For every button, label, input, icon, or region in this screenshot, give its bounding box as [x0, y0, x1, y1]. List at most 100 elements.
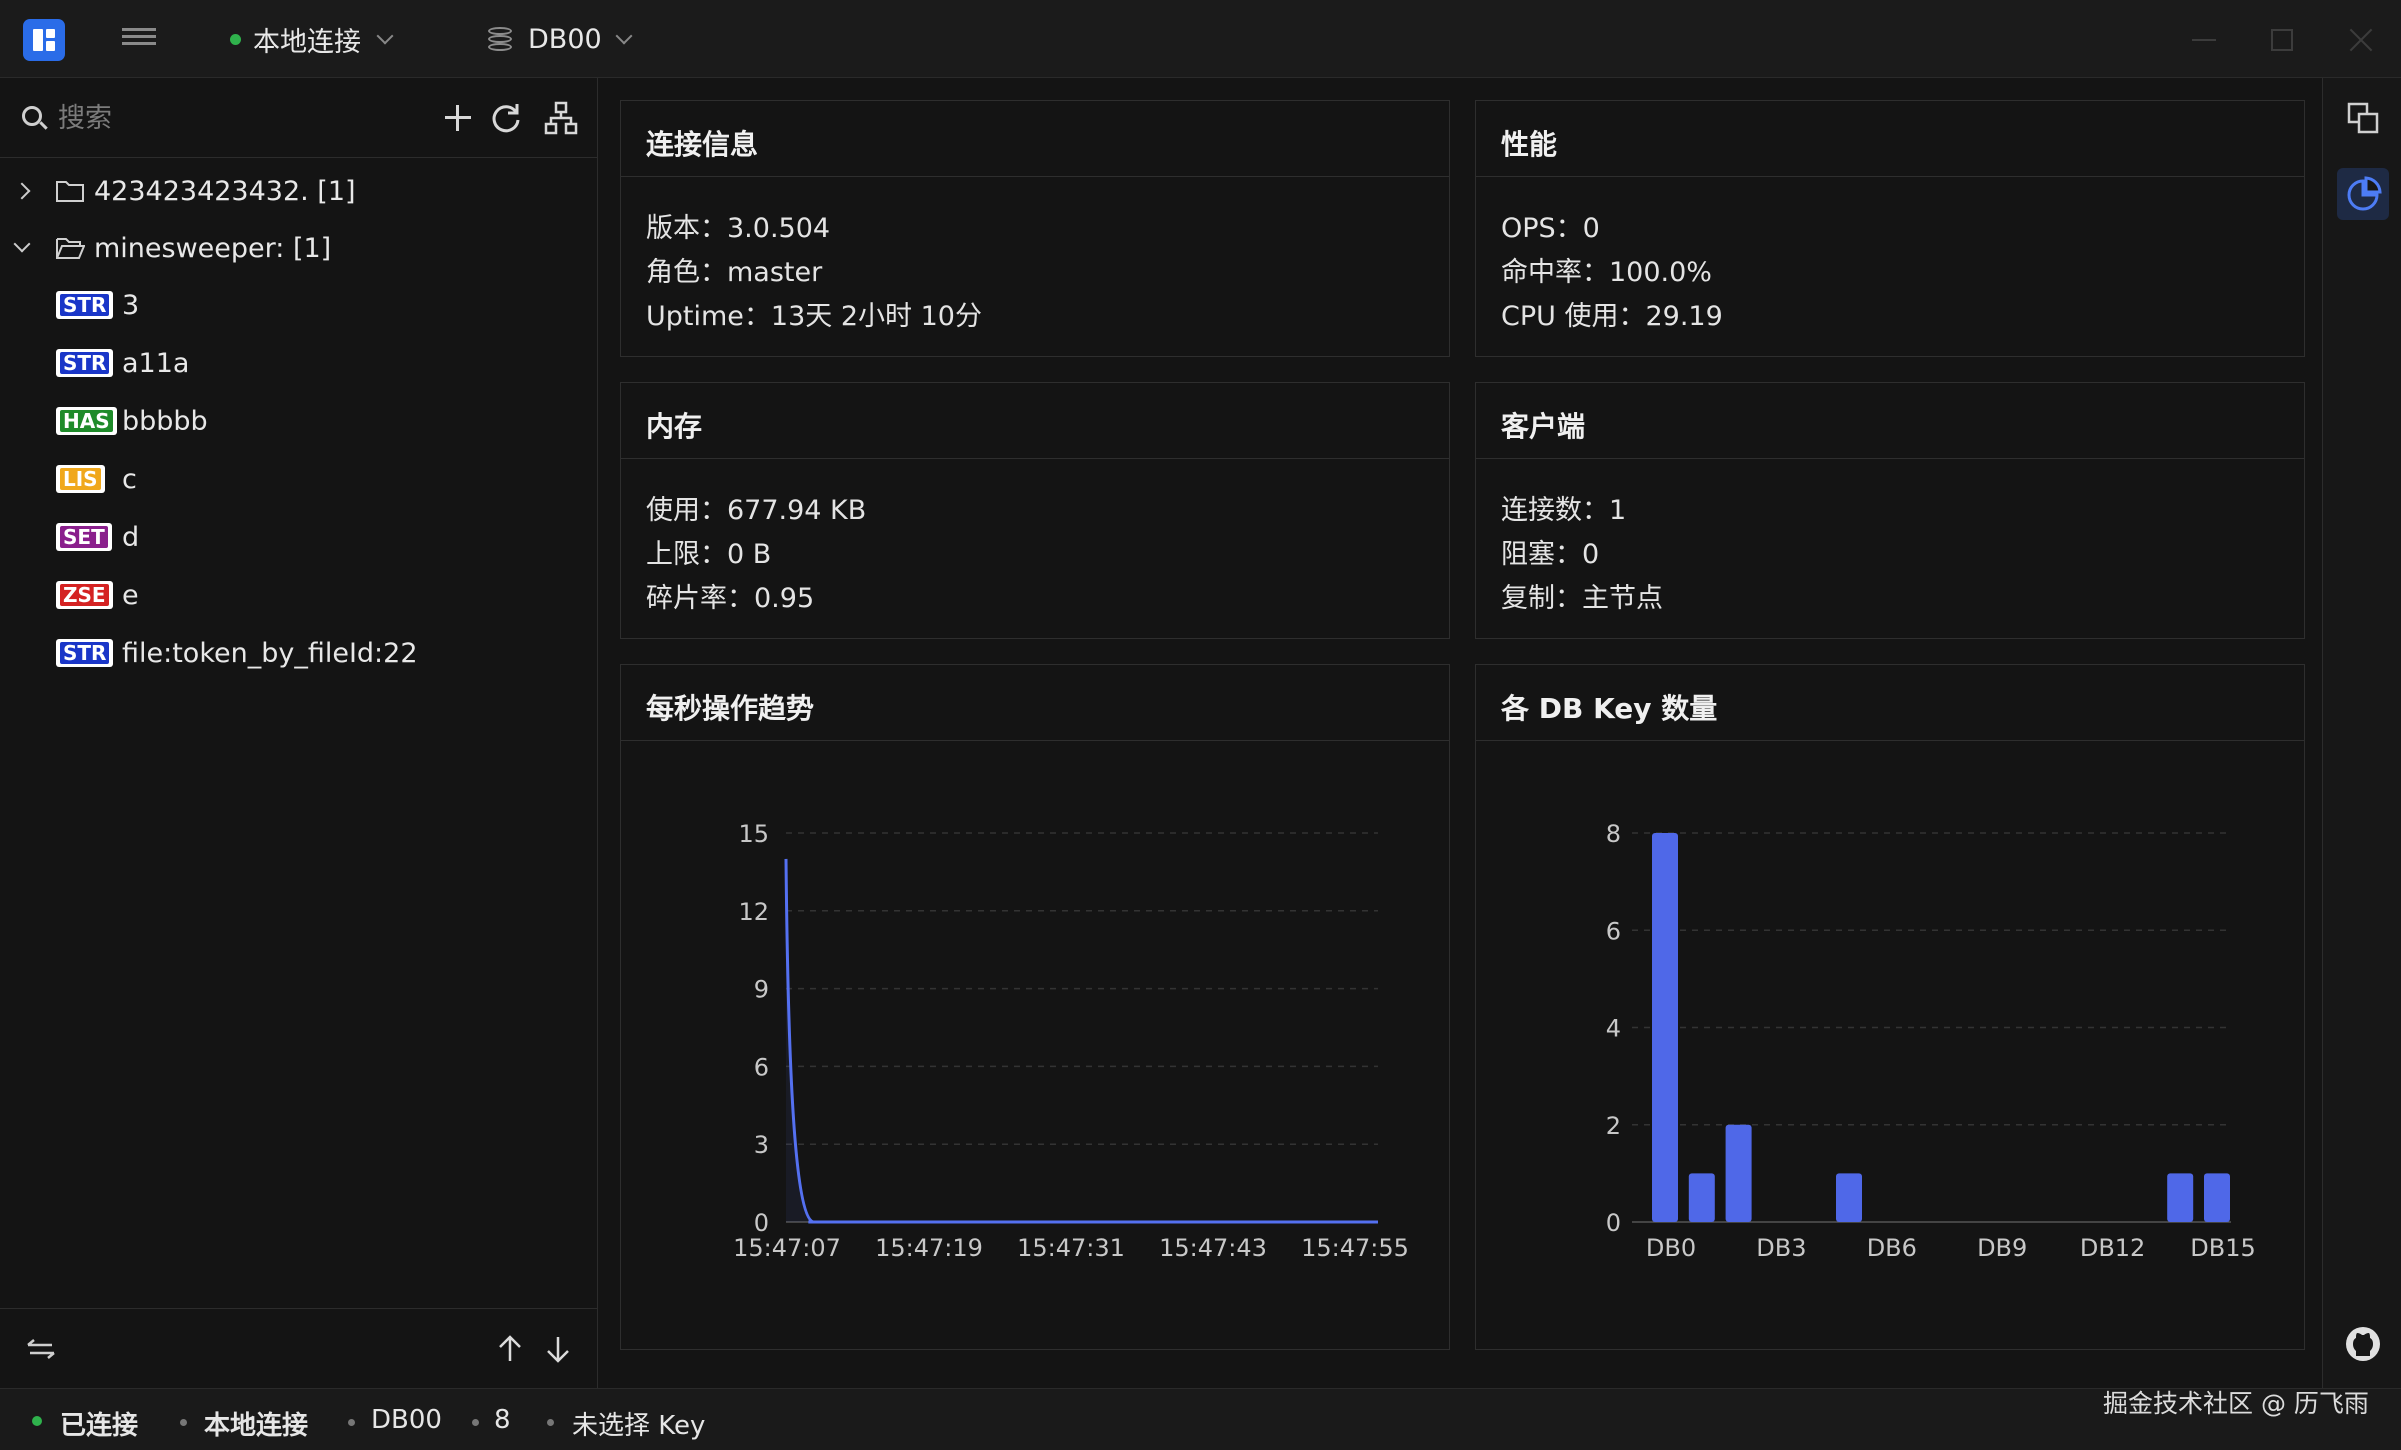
uptime-text: Uptime：13天 2小时 10分	[646, 301, 982, 332]
key-type-label: SET	[60, 526, 108, 548]
key-type-badge: STR	[56, 349, 114, 377]
y-tick-label: 12	[738, 898, 769, 926]
tree-folder-row[interactable]: 423423423432. [1]	[0, 164, 598, 218]
key-name: d	[122, 521, 140, 553]
folder-label: minesweeper: [1]	[94, 232, 332, 264]
x-tick-label: DB12	[2080, 1234, 2145, 1262]
key-type-badge: HAS	[56, 407, 117, 435]
key-item[interactable]: STR file:token_by_fileId:22	[0, 626, 598, 680]
key-type-badge: STR	[56, 291, 114, 319]
clients-panel: 客户端 连接数：1 阻塞：0 复制：主节点	[1475, 382, 2305, 639]
connection-selector[interactable]: 本地连接	[230, 18, 394, 60]
ops-text: OPS：0	[1501, 213, 1600, 244]
bar-db0	[1652, 833, 1678, 1222]
arrow-down-icon[interactable]	[541, 1331, 575, 1367]
refresh-button[interactable]	[488, 100, 524, 136]
bar-db14	[2167, 1173, 2194, 1222]
y-tick-label: 3	[754, 1131, 769, 1159]
x-tick-label: DB9	[1977, 1234, 2027, 1262]
bar-db2	[1725, 1124, 1752, 1222]
key-type-label: ZSE	[60, 584, 109, 606]
chevron-down-icon	[376, 27, 394, 45]
memory-used-text: 使用：677.94 KB	[646, 495, 867, 526]
status-bar: 已连接 本地连接 DB00 8 未选择 Key	[0, 1388, 2401, 1450]
key-item[interactable]: STR 3	[0, 278, 598, 332]
bar-db1	[1688, 1173, 1715, 1222]
key-item[interactable]: STR a11a	[0, 336, 598, 390]
hierarchy-icon	[544, 101, 578, 135]
minimize-button[interactable]	[2184, 20, 2224, 60]
title-bar: 本地连接 DB00	[0, 0, 2401, 78]
client-connections-text: 连接数：1	[1501, 495, 1627, 526]
y-tick-label: 2	[1606, 1112, 1621, 1140]
add-key-button[interactable]	[440, 100, 476, 136]
folder-label: 423423423432. [1]	[94, 175, 356, 207]
key-browser-sidebar: 423423423432. [1] minesweeper: [1] STR3S…	[0, 78, 598, 1388]
x-tick-label: 15:47:07	[733, 1234, 841, 1262]
separator-dot	[348, 1419, 355, 1426]
ops-trend-chart: 0 3 6 9 12 15 15:47:07 15:47:19 15:47:31 15:47:43…	[733, 820, 1409, 1262]
key-name: file:token_by_fileId:22	[122, 637, 418, 669]
db-keys-panel: 各 DB Key 数量 0 2 4 6 8 DB0 DB3 DB6 DB9 DB12 DB15	[1475, 664, 2305, 1350]
tree-view-button[interactable]	[543, 100, 579, 136]
connected-dot-icon	[230, 33, 241, 45]
dashboard-button[interactable]	[2337, 168, 2389, 220]
connection-info-panel: 连接信息 版本：3.0.504 角色：master Uptime：13天 2小时…	[620, 100, 1450, 357]
key-type-badge: LIS	[56, 465, 105, 493]
status-database: DB00	[371, 1405, 442, 1435]
chevron-down-icon	[615, 27, 633, 45]
version-text: 版本：3.0.504	[646, 213, 831, 244]
app-logo-icon	[23, 19, 65, 61]
bar-db5	[1836, 1173, 1862, 1222]
panel-title: 连接信息	[621, 101, 1449, 177]
separator-dot	[472, 1419, 479, 1426]
trend-line	[784, 858, 1378, 1224]
key-type-badge: SET	[56, 523, 112, 551]
search-input[interactable]	[56, 96, 416, 140]
panel-title: 客户端	[1476, 383, 2304, 459]
status-selection: 未选择 Key	[572, 1411, 706, 1441]
key-item[interactable]: SET d	[0, 510, 598, 564]
database-selector[interactable]: DB00	[486, 18, 633, 60]
y-tick-label: 15	[738, 820, 769, 848]
new-window-button[interactable]	[2337, 92, 2389, 144]
role-text: 角色：master	[646, 257, 823, 288]
x-tick-label: 15:47:55	[1301, 1234, 1409, 1262]
x-tick-label: DB3	[1756, 1234, 1806, 1262]
y-tick-label: 9	[754, 976, 769, 1004]
x-tick-label: 15:47:19	[875, 1234, 983, 1262]
ops-trend-panel: 每秒操作趋势 0 3 6 9 12 15 15:47:07 15:47:19 15:47:31 1…	[620, 664, 1450, 1350]
x-tick-label: 15:47:43	[1159, 1234, 1267, 1262]
swap-arrows-icon[interactable]	[24, 1331, 58, 1367]
key-item[interactable]: LIS c	[0, 452, 598, 506]
hamburger-menu-icon[interactable]	[122, 24, 156, 54]
maximize-button[interactable]	[2262, 20, 2302, 60]
y-tick-label: 0	[1606, 1209, 1621, 1237]
key-item[interactable]: ZSE e	[0, 568, 598, 622]
panel-title: 各 DB Key 数量	[1476, 665, 2304, 741]
right-toolbar	[2322, 78, 2401, 1388]
cpu-usage-text: CPU 使用：29.19	[1501, 301, 1723, 332]
x-tick-label: 15:47:31	[1017, 1234, 1125, 1262]
blocked-clients-text: 阻塞：0	[1501, 539, 1600, 570]
hit-rate-text: 命中率：100.0%	[1501, 257, 1712, 288]
key-name: 3	[122, 289, 140, 321]
y-tick-label: 8	[1606, 820, 1621, 848]
key-type-label: STR	[60, 642, 110, 664]
folder-open-icon	[56, 238, 85, 259]
arrow-up-icon[interactable]	[493, 1331, 527, 1367]
memory-limit-text: 上限：0 B	[646, 539, 772, 570]
database-icon	[486, 24, 518, 54]
memory-panel: 内存 使用：677.94 KB 上限：0 B 碎片率：0.95	[620, 382, 1450, 639]
key-item[interactable]: HAS bbbbb	[0, 394, 598, 448]
close-window-button[interactable]	[2341, 20, 2381, 60]
x-tick-label: DB0	[1646, 1234, 1696, 1262]
github-button[interactable]	[2337, 1318, 2389, 1370]
x-tick-label: DB15	[2190, 1234, 2255, 1262]
tree-folder-row[interactable]: minesweeper: [1]	[0, 221, 598, 275]
key-type-badge: ZSE	[56, 581, 113, 609]
db-keys-chart: 0 2 4 6 8 DB0 DB3 DB6 DB9 DB12 DB15	[1606, 820, 2256, 1262]
key-type-label: LIS	[60, 468, 101, 490]
key-type-badge: STR	[56, 639, 114, 667]
connected-dot-icon	[32, 1416, 42, 1426]
